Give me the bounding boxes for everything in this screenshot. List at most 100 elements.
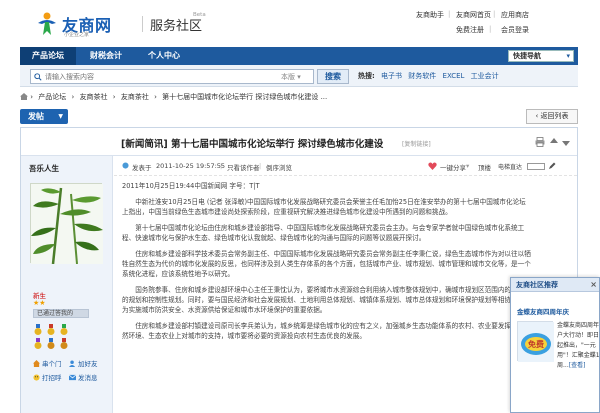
main-nav: 产品论坛 财税会计 个人中心 快捷导航 ▾	[20, 47, 578, 65]
house-icon	[33, 360, 40, 367]
hot-link-industrial-accounting[interactable]: 工业会计	[471, 72, 499, 80]
post-paragraph: 国务院参事、住房和城乡建设部环境中心主任王秉忱认为，要将城市水资源综合利用纳入城…	[122, 286, 531, 314]
visit-button[interactable]: 串个门	[33, 358, 62, 368]
reverse-order-link[interactable]: 倒序浏览	[266, 162, 292, 172]
rank-stars: ★★	[33, 299, 46, 307]
promo-image[interactable]: 免费	[517, 321, 554, 362]
search-icon	[34, 73, 42, 81]
posted-time: 2011-10-25 19:57:55	[156, 162, 226, 170]
visit-label: 串个门	[42, 360, 62, 368]
promo-line: 用"！汇聚金蝶18	[557, 352, 600, 359]
header-divider	[142, 16, 143, 32]
promo-image-label: 免费	[528, 339, 544, 349]
avatar[interactable]	[30, 183, 103, 265]
add-friend-label: 加好友	[78, 360, 98, 368]
hot-search-label: 热搜:	[358, 72, 375, 80]
post-paragraph: 住房和城乡建设部村镇建设司原司长李兵弟认为，城乡统筹是绿色城市化的应有之义，加强…	[122, 322, 531, 340]
home-link[interactable]: 友商网首页	[456, 10, 491, 20]
breadcrumb-separator: ›	[30, 93, 34, 101]
link-separator: |	[493, 10, 496, 18]
quick-nav-dropdown[interactable]: 快捷导航 ▾	[508, 50, 574, 62]
back-to-list-button[interactable]: ‹ 返回列表	[526, 109, 578, 124]
post-meta: 发表于 2011-10-25 19:57:55 | 只看该作者 | 倒序浏览 一…	[114, 156, 577, 176]
hot-link-finance-software[interactable]: 财务软件	[408, 72, 436, 80]
medal-icon[interactable]	[59, 338, 69, 350]
promo-more-link[interactable]: [查看]	[569, 362, 586, 369]
medal-badges	[33, 324, 103, 352]
close-icon[interactable]: ×	[590, 278, 597, 292]
promo-headline[interactable]: 金蝶友商四周年庆	[517, 306, 569, 316]
post-paragraph: 中新社淮安10月25日电 (记者 张泽敏)中国国际城市化发展战略研究委员会荣誉主…	[122, 198, 526, 216]
hot-link-ebook[interactable]: 电子书	[381, 72, 402, 80]
link-separator: |	[448, 10, 451, 18]
medal-icon[interactable]	[46, 338, 56, 350]
logo-tagline: 小企业之家	[64, 32, 90, 38]
back-to-list-label: 返回列表	[540, 112, 569, 120]
new-post-button[interactable]: 发帖 ▼	[20, 109, 68, 124]
search-button[interactable]: 搜索	[317, 69, 349, 84]
breadcrumb: › 产品论坛 › 友商茶社 › 友商茶社 › 第十七届中国城市化论坛举行 探讨绿…	[20, 92, 420, 104]
hot-link-excel[interactable]: EXCEL	[443, 72, 465, 80]
search-scope-select[interactable]: 本版 ▾	[281, 72, 301, 82]
online-status-icon	[122, 162, 129, 169]
post-body: 2011年10月25日19:44中国新闻网 字号：T|T 中新社淮安10月25日…	[122, 181, 532, 347]
promo-graphic: 免费	[518, 322, 554, 362]
share-heart-icon[interactable]	[428, 162, 437, 170]
search-scope-label: 本版	[281, 73, 295, 81]
floor-jump-label: 电梯直达	[498, 164, 523, 171]
add-friend-button[interactable]: 加好友	[69, 358, 98, 368]
jump-go-icon[interactable]	[548, 162, 556, 170]
post-paragraph: 住房和城乡建设部科学技术委员会常务副主任、中国国际城市化发展战略研究委员会常务副…	[122, 250, 531, 278]
greet-icon	[33, 374, 40, 381]
greet-button[interactable]: 打招呼	[33, 372, 62, 382]
promo-line: 金蝶友商四周年	[557, 322, 600, 329]
posted-prefix: 发表于	[132, 164, 152, 172]
medal-icon[interactable]	[46, 324, 56, 336]
medal-icon[interactable]	[59, 324, 69, 336]
link-separator: |	[489, 25, 492, 33]
post-paragraph: 第十七届中国城市化论坛由住房和城乡建设部指导、中国国际城市化发展战略研究委员会主…	[122, 224, 525, 242]
breadcrumb-item[interactable]: 友商茶社	[80, 93, 108, 101]
chevron-down-icon: ▾	[566, 52, 570, 60]
author-name[interactable]: 吾乐人生	[29, 163, 59, 174]
tab-product-forum[interactable]: 产品论坛	[20, 47, 76, 65]
medal-icon[interactable]	[33, 324, 43, 336]
login-link[interactable]: 会员登录	[501, 25, 529, 35]
thread-container: [新闻简讯] 第十七届中国城市化论坛举行 探讨绿色城市化建设 [复制链接] 吾乐…	[20, 127, 578, 413]
search-bar: 本版 ▾ 搜索 热搜: 电子书 财务软件 EXCEL 工业会计	[20, 65, 578, 87]
home-icon[interactable]	[20, 93, 28, 100]
copy-link[interactable]: [复制链接]	[402, 139, 431, 148]
breadcrumb-current: 第十七届中国城市化论坛举行 探讨绿色城市化建设 ...	[162, 93, 328, 101]
breadcrumb-item[interactable]: 友商茶社	[121, 93, 149, 101]
app-store-link[interactable]: 应用商店	[501, 10, 529, 20]
search-box: 本版 ▾	[30, 69, 314, 84]
top-floor-link[interactable]: 顶楼	[478, 162, 491, 172]
print-icon[interactable]	[535, 137, 545, 147]
site-header: 友商网 小企业之家 服务社区 Beta 友商助手 | 友商网首页 | 应用商店 …	[0, 0, 600, 46]
register-link[interactable]: 免费注册	[456, 25, 484, 35]
recommend-popup: 友商社区推荐 × 金蝶友商四周年庆 免费 金蝶友商四周年 户大行动！即日 起推出…	[510, 277, 600, 413]
breadcrumb-item[interactable]: 产品论坛	[38, 93, 66, 101]
promo-line: 起推出，"一元	[557, 342, 596, 349]
thread-title: [新闻简讯] 第十七届中国城市化论坛举行 探讨绿色城市化建设	[121, 139, 384, 150]
tab-finance-accounting[interactable]: 财税会计	[78, 47, 134, 65]
share-link[interactable]: 一键分享	[440, 162, 466, 172]
floor-jump-input[interactable]	[527, 163, 545, 170]
tab-personal-center[interactable]: 个人中心	[136, 47, 192, 65]
breadcrumb-separator: ›	[112, 93, 116, 101]
chevron-down-icon: ▾	[297, 73, 301, 81]
send-message-button[interactable]: 发消息	[69, 372, 98, 382]
help-link[interactable]: 友商助手	[416, 10, 444, 20]
author-only-link[interactable]: 只看该作者	[227, 162, 260, 172]
promo-line-end: 周...	[557, 362, 569, 369]
next-thread-icon[interactable]	[561, 137, 571, 147]
bamboo-avatar-image	[31, 184, 103, 265]
logo[interactable]: 友商网 小企业之家	[34, 9, 138, 39]
message-icon	[69, 374, 76, 381]
search-input[interactable]	[45, 71, 235, 82]
greet-label: 打招呼	[42, 374, 62, 382]
medal-icon[interactable]	[33, 338, 43, 350]
previous-thread-icon[interactable]	[549, 137, 559, 147]
hot-searches: 热搜: 电子书 财务软件 EXCEL 工业会计	[358, 71, 499, 81]
quick-nav-label: 快捷导航	[513, 52, 541, 60]
